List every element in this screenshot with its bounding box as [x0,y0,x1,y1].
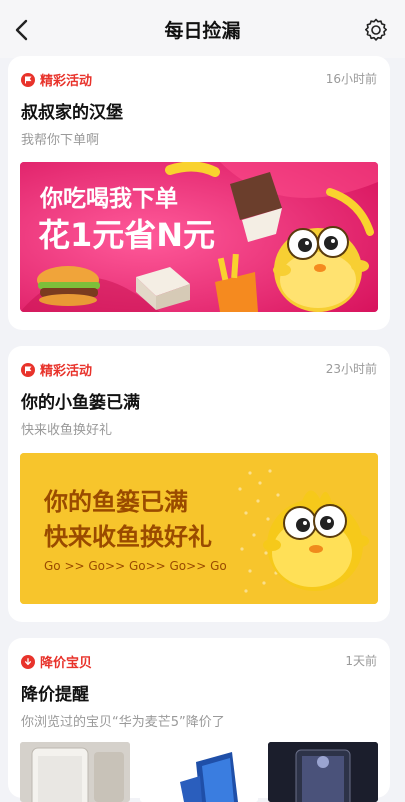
card-title: 叔叔家的汉堡 [21,103,123,123]
activity-flag-icon [21,362,35,377]
phone-photo [268,742,378,802]
card-tag: 精彩活动 [21,360,92,379]
message-card-fishbasket[interactable]: 精彩活动 23小时前 你的小鱼篓已满 快来收鱼换好礼 你的鱼篓已满 快来收鱼换好… [8,346,390,622]
banner-line-2: 花1元省N元 [38,216,215,254]
activity-flag-icon [21,72,35,87]
card-tag-label: 精彩活动 [40,364,93,379]
back-arrow-icon[interactable] [10,17,36,43]
card-tag-label: 降价宝贝 [40,656,93,671]
card-title: 你的小鱼篓已满 [21,393,140,413]
banner-line-3: Go >> Go>> Go>> Go>> Go [44,559,227,573]
burger-banner-art: 你吃喝我下单 花1元省N元 [20,162,378,312]
card-tag: 精彩活动 [21,70,92,89]
top-nav-bar: 每日捡漏 [0,0,405,58]
product-thumbnail-1[interactable] [20,742,130,802]
card-title: 降价提醒 [21,685,89,705]
banner-line-1: 你的鱼篓已满 [43,488,188,516]
product-thumbnails [20,742,378,802]
banner-line-2: 快来收鱼换好礼 [44,523,212,551]
message-card-burger[interactable]: 精彩活动 16小时前 叔叔家的汉堡 我帮你下单啊 你吃喝我下单 花1元省N元 [8,56,390,330]
promo-banner-fishbasket[interactable]: 你的鱼篓已满 快来收鱼换好礼 Go >> Go>> Go>> Go>> Go [20,453,378,604]
page-title: 每日捡漏 [164,19,241,42]
card-subtitle: 你浏览过的宝贝“华为麦芒5”降价了 [21,715,225,730]
promo-banner-burger[interactable]: 你吃喝我下单 花1元省N元 [20,162,378,312]
card-tag: 降价宝贝 [21,652,92,671]
gear-icon[interactable] [363,17,389,43]
product-thumbnail-3[interactable] [268,742,378,802]
phone-photo [140,742,258,802]
price-drop-icon [21,654,35,669]
card-tag-label: 精彩活动 [40,74,93,89]
card-timestamp: 16小时前 [325,72,377,86]
fishbasket-banner-art: 你的鱼篓已满 快来收鱼换好礼 Go >> Go>> Go>> Go>> Go [20,453,378,604]
card-subtitle: 快来收鱼换好礼 [21,423,113,438]
message-card-price-drop[interactable]: 降价宝贝 1天前 降价提醒 你浏览过的宝贝“华为麦芒5”降价了 [8,638,390,802]
card-timestamp: 1天前 [345,654,377,668]
product-thumbnail-2[interactable] [140,742,258,802]
phone-photo [20,742,130,802]
card-timestamp: 23小时前 [325,362,377,376]
banner-line-1: 你吃喝我下单 [39,186,178,212]
card-subtitle: 我帮你下单啊 [21,133,100,148]
